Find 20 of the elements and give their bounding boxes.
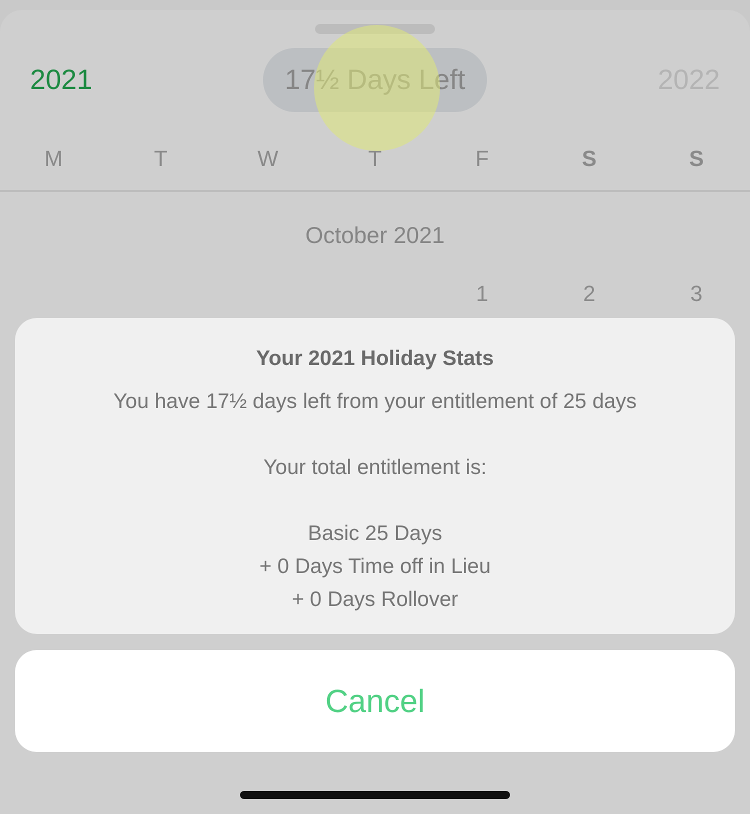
day-number[interactable]: 3: [690, 281, 703, 307]
weekday-label: S: [688, 146, 705, 172]
weekday-label: M: [43, 146, 64, 172]
alert-text: You have 17½ days left from your entitlement of 25 days: [112, 389, 638, 415]
day-number[interactable]: 2: [583, 281, 596, 307]
alert-text: + 0 Days Rollover: [290, 587, 460, 613]
drag-handle[interactable]: [315, 24, 435, 34]
cancel-button[interactable]: Cancel: [15, 650, 735, 752]
alert-title: Your 2021 Holiday Stats: [255, 346, 495, 372]
weekday-label: T: [152, 146, 168, 172]
alert-text: Your total entitlement is:: [262, 455, 488, 481]
day-number[interactable]: 1: [476, 281, 488, 307]
weekday-label: S: [580, 146, 598, 172]
weekday-label: F: [474, 146, 490, 172]
weekday-label: T: [367, 146, 383, 172]
alert-text: Basic 25 Days: [306, 521, 444, 547]
alert-text: + 0 Days Time off in Lieu: [258, 554, 492, 580]
weekday-label: W: [256, 146, 280, 172]
month-title: October 2021: [304, 222, 446, 249]
year-button[interactable]: 2021: [30, 64, 140, 96]
